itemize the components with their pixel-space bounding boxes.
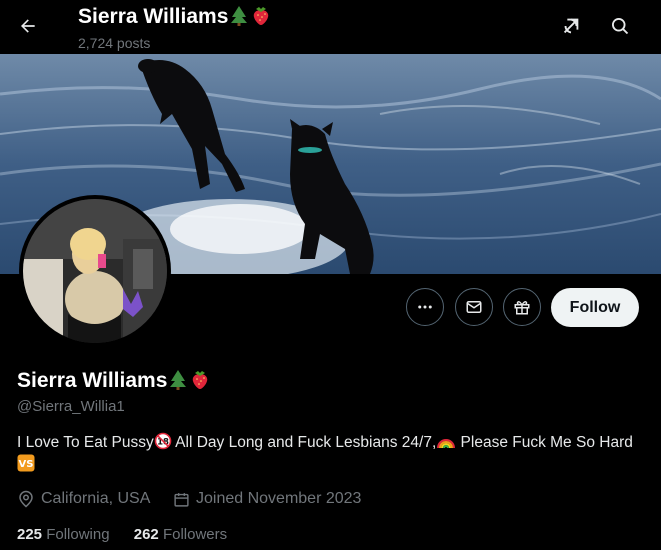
- search-icon: [612, 18, 629, 35]
- following-label: Following: [46, 526, 110, 543]
- message-button[interactable]: [455, 288, 493, 326]
- profile-name: Sierra Williams: [17, 368, 211, 393]
- message-icon: [466, 301, 482, 313]
- follow-button[interactable]: Follow: [551, 288, 639, 327]
- adults-only-icon: 18: [154, 432, 172, 450]
- profile-joined: Joined November 2023: [173, 490, 361, 508]
- grok-icon: [563, 18, 579, 34]
- calendar-icon: [174, 492, 189, 507]
- profile-name-text: Sierra Williams: [17, 369, 168, 392]
- bio-text-1: I Love To Eat Pussy: [17, 434, 154, 451]
- location-pin-icon: [19, 490, 33, 508]
- rainbow-emoji-icon: [437, 439, 456, 449]
- tree-emoji-icon: [231, 6, 248, 26]
- followers-link[interactable]: 262 Followers: [134, 526, 227, 543]
- strawberry-emoji-icon: [254, 7, 269, 25]
- profile-bio: I Love To Eat Pussy 18 All Day Long and F…: [17, 432, 647, 476]
- header-title: Sierra Williams: [78, 4, 272, 29]
- following-link[interactable]: 225 Following: [17, 526, 110, 543]
- grok-button[interactable]: [553, 8, 589, 44]
- profile-stats: 225 Following 262 Followers: [17, 526, 227, 543]
- top-bar: Sierra Williams 2,724 posts: [0, 0, 661, 54]
- gift-button[interactable]: [503, 288, 541, 326]
- svg-text:VS: VS: [19, 459, 34, 470]
- followers-count: 262: [133, 526, 159, 543]
- vs-emoji-icon: VS: [17, 454, 35, 472]
- location-text: California, USA: [41, 490, 151, 507]
- profile-location: California, USA: [17, 490, 150, 508]
- profile-handle: @Sierra_Willia1: [17, 398, 125, 415]
- gift-icon: [514, 301, 530, 315]
- more-button[interactable]: [406, 288, 444, 326]
- header-name: Sierra Williams: [78, 5, 229, 28]
- post-count: 2,724 posts: [78, 35, 151, 51]
- strawberry-emoji-icon: [193, 371, 208, 389]
- bio-text-2: All Day Long and Fuck Lesbians 24/7,: [171, 434, 437, 451]
- avatar-image: [23, 199, 167, 343]
- back-button[interactable]: [10, 8, 46, 44]
- more-icon: [418, 305, 432, 309]
- arrow-left-icon: [21, 19, 35, 33]
- search-button[interactable]: [602, 8, 638, 44]
- following-count: 225: [17, 526, 43, 543]
- joined-text: Joined November 2023: [196, 490, 362, 507]
- tree-emoji-icon: [170, 370, 187, 390]
- followers-label: Followers: [162, 526, 228, 543]
- profile-avatar[interactable]: [19, 195, 171, 347]
- bio-text-3: Please Fuck Me So Hard: [456, 434, 633, 451]
